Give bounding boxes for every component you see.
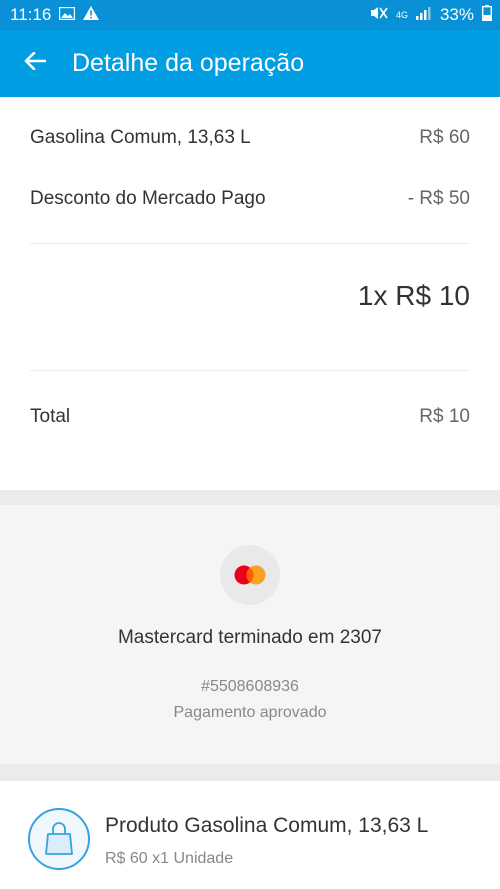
app-bar: Detalhe da operação [0,30,500,97]
discount-amount: - R$ 50 [407,188,470,209]
item-label: Gasolina Comum, 13,63 L [30,127,251,148]
card-name: Mastercard terminado em 2307 [117,627,382,648]
warning-icon [83,5,100,25]
discount-row: Desconto do Mercado Pago - R$ 50 [30,188,470,210]
product-title: Produto Gasolina Comum, 13,63 L [105,814,429,837]
payment-status: Pagamento aprovado [173,704,327,721]
total-label: Total [30,406,71,427]
product-subtitle: R$ 60 x1 Unidade [105,850,234,867]
mastercard-logo-icon [220,545,280,605]
status-bar: 11:16 4G 33% [0,0,500,30]
mute-icon [370,5,388,25]
battery-icon [481,4,493,26]
total-row: Total R$ 10 [30,406,470,428]
signal-icon [415,5,432,25]
shopping-bag-icon [28,808,90,870]
total-amount: R$ 10 [419,406,470,427]
installments-amount: 1x R$ 10 [357,280,470,311]
back-button[interactable] [0,30,70,97]
page-title: Detalhe da operação [72,49,305,77]
arrow-left-icon [24,51,47,75]
item-row: Gasolina Comum, 13,63 L R$ 60 [30,127,470,149]
divider [30,243,470,244]
status-left: 11:16 [10,5,100,25]
gallery-icon [59,5,76,25]
divider [30,370,470,371]
product-item[interactable]: Produto Gasolina Comum, 13,63 L R$ 60 x1… [0,781,500,889]
item-amount: R$ 60 [419,127,470,148]
status-time: 11:16 [10,5,52,24]
operation-summary: Gasolina Comum, 13,63 L R$ 60 Desconto d… [0,97,500,490]
payment-section: Mastercard terminado em 2307 #5508608936… [0,505,500,764]
operation-id: #5508608936 [201,678,299,695]
battery-level: 33% [439,5,474,24]
status-right: 4G 33% [370,4,493,26]
network-type: 4G [395,9,408,20]
discount-label: Desconto do Mercado Pago [30,188,266,209]
